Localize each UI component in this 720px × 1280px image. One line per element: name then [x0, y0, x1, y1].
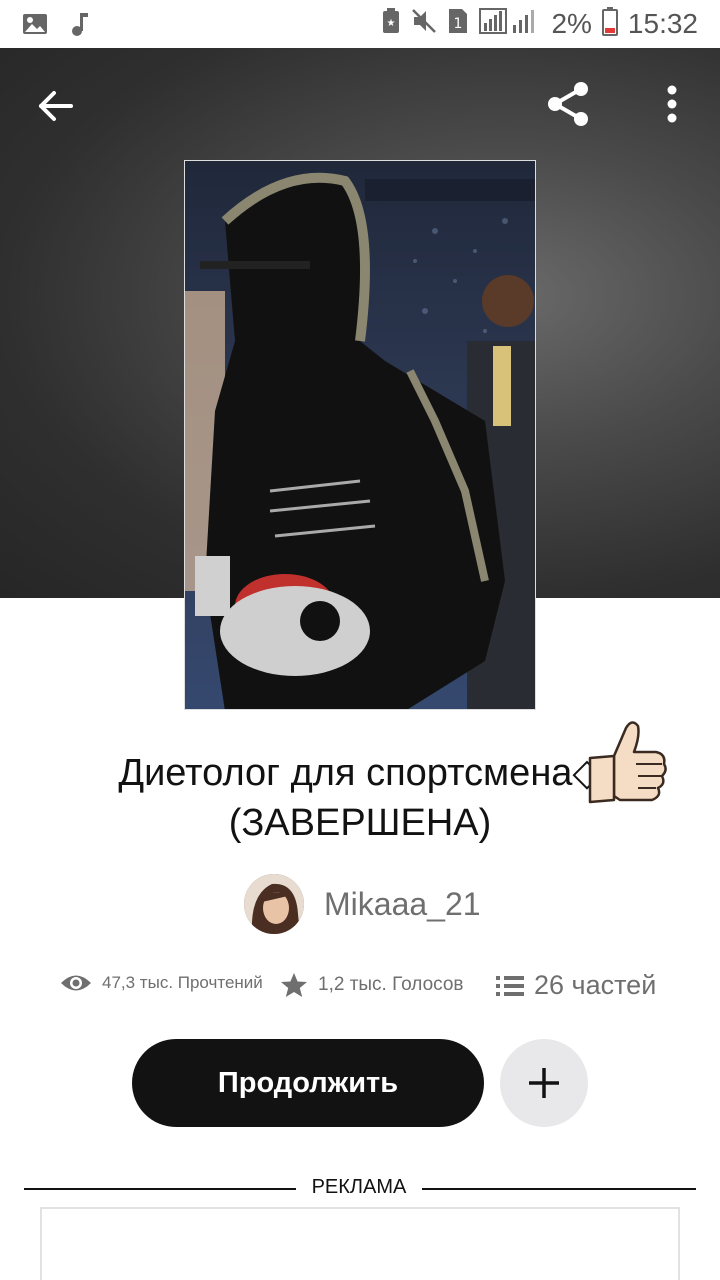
sim-slot-number: 1 [454, 16, 463, 32]
clock: 15:32 [627, 7, 698, 39]
parts-stat[interactable]: 26 частей [496, 970, 656, 1001]
star-icon [281, 973, 307, 997]
plus-icon [529, 1068, 559, 1098]
list-icon [496, 975, 524, 996]
arrow-left-icon [39, 91, 73, 121]
author-avatar[interactable] [244, 874, 304, 934]
author-link[interactable]: Mikaaa_21 [244, 874, 481, 934]
sim-icon: 1 [447, 7, 469, 40]
thumbs-up-emoji-icon [584, 716, 670, 816]
more-vertical-icon [667, 85, 677, 123]
more-options-button[interactable] [652, 78, 692, 130]
votes-count: 1,2 тыс. Голосов [318, 974, 464, 995]
story-stats: 47,3 тыс. Прочтений 1,2 тыс. Голосов 26 … [60, 968, 670, 1012]
svg-text:★: ★ [387, 18, 396, 29]
image-icon [22, 12, 48, 41]
add-to-library-button[interactable] [500, 1039, 588, 1127]
share-button[interactable] [540, 76, 596, 132]
ad-label: РЕКЛАМА [311, 1176, 407, 1198]
votes-stat: 1,2 тыс. Голосов [280, 972, 464, 998]
ad-divider: РЕКЛАМА [24, 1176, 696, 1204]
reads-stat: 47,3 тыс. Прочтений [60, 972, 263, 994]
status-bar-left [22, 11, 90, 42]
story-title-main: Диетолог для спортсмена◇ [118, 752, 602, 794]
ad-container[interactable] [40, 1207, 680, 1280]
share-icon [548, 82, 588, 126]
ad-divider-line-right [422, 1188, 696, 1190]
eye-icon [61, 975, 91, 991]
battery-percent: 2% [551, 7, 592, 39]
status-bar-right: ★ 1 2% 15:32 [381, 6, 698, 41]
author-name[interactable]: Mikaaa_21 [324, 886, 481, 923]
continue-reading-label: Продолжить [217, 1066, 399, 1099]
continue-reading-button[interactable]: Продолжить [132, 1039, 484, 1127]
back-button[interactable] [30, 80, 82, 132]
battery-icon [601, 6, 618, 41]
cover-illustration [185, 161, 535, 709]
mute-icon [411, 8, 437, 39]
status-bar: ★ 1 2% 15:32 [0, 0, 720, 48]
music-note-icon [70, 11, 90, 42]
battery-saver-icon: ★ [381, 7, 401, 40]
signal-icon [479, 7, 541, 40]
story-cover-image[interactable] [184, 160, 536, 710]
reads-count: 47,3 тыс. Прочтений [102, 973, 263, 992]
parts-count[interactable]: 26 частей [534, 970, 656, 1001]
ad-divider-line-left [24, 1188, 296, 1190]
